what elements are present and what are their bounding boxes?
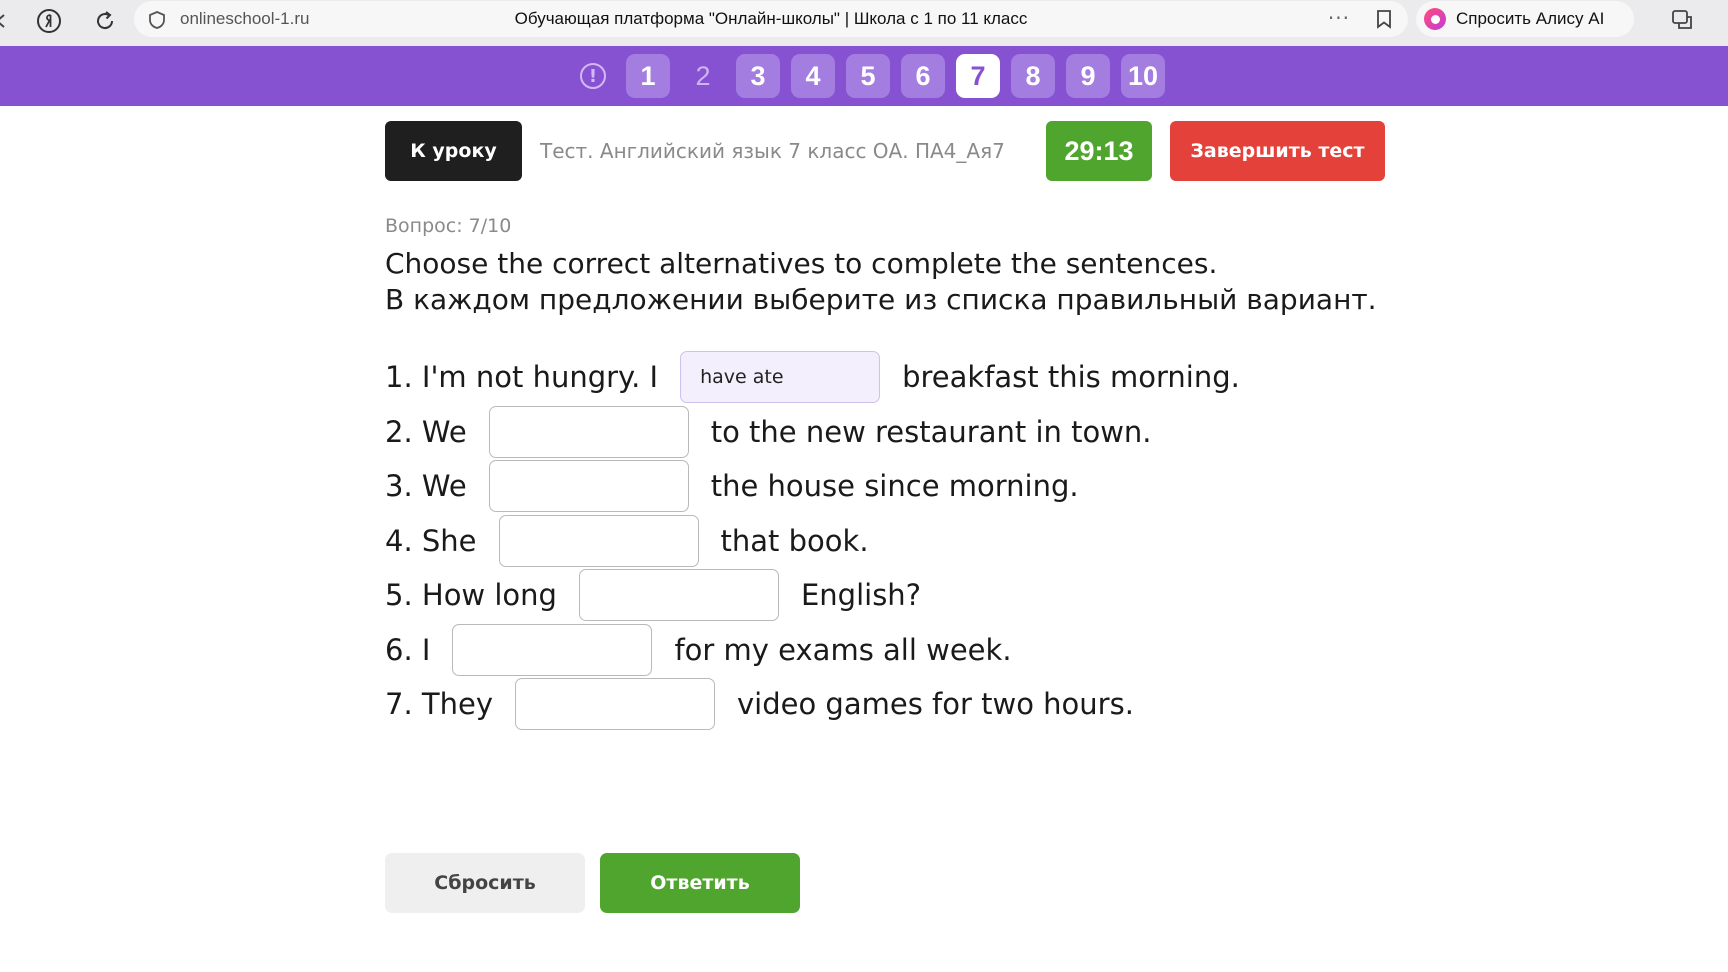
- question-nav-5[interactable]: 5: [846, 54, 890, 98]
- sentence-1-end: breakfast this morning.: [902, 360, 1240, 394]
- question-nav-10[interactable]: 10: [1121, 54, 1165, 98]
- back-to-lesson-button[interactable]: К уроку: [385, 121, 522, 181]
- sentence-3-dropdown[interactable]: [488, 460, 689, 512]
- reload-icon[interactable]: [90, 6, 120, 36]
- sentence-4: 4. She that book.: [385, 515, 869, 567]
- sentence-6-start: 6. I: [385, 633, 431, 667]
- extension-icon[interactable]: [1670, 7, 1696, 37]
- question-nav-3[interactable]: 3: [736, 54, 780, 98]
- sentence-2: 2. We to the new restaurant in town.: [385, 406, 1152, 458]
- question-nav-6[interactable]: 6: [901, 54, 945, 98]
- answer-button[interactable]: Ответить: [600, 853, 800, 913]
- reset-button[interactable]: Сбросить: [385, 853, 585, 913]
- sentence-4-dropdown[interactable]: [498, 515, 699, 567]
- timer: 29:13: [1046, 121, 1152, 181]
- sentence-6: 6. I for my exams all week.: [385, 624, 1012, 676]
- bookmark-icon[interactable]: [1376, 9, 1392, 33]
- ask-alice-label: Спросить Алису AI: [1456, 9, 1605, 28]
- sentence-6-end: for my exams all week.: [674, 633, 1012, 667]
- test-title: Тест. Английский язык 7 класс ОА. ПА4_Ая…: [540, 139, 1005, 163]
- sentence-5-start: 5. How long: [385, 578, 557, 612]
- yandex-logo-icon[interactable]: [34, 6, 64, 36]
- sentence-1-start: 1. I'm not hungry. I: [385, 360, 659, 394]
- back-arrow-icon[interactable]: [0, 6, 16, 36]
- sentence-3-start: 3. We: [385, 469, 467, 503]
- instruction-english: Choose the correct alternatives to compl…: [385, 247, 1218, 280]
- question-navigation: ! 1 2 3 4 5 6 7 8 9 10: [0, 46, 1728, 106]
- finish-test-button[interactable]: Завершить тест: [1170, 121, 1385, 181]
- sentence-5: 5. How long English?: [385, 569, 921, 621]
- sentence-7-end: video games for two hours.: [737, 687, 1134, 721]
- sentence-7-start: 7. They: [385, 687, 493, 721]
- sentence-7: 7. They video games for two hours.: [385, 678, 1134, 730]
- browser-toolbar: onlineschool-1.ru Обучающая платформа "О…: [0, 0, 1728, 46]
- sentence-6-dropdown[interactable]: [452, 624, 653, 676]
- question-instruction: Choose the correct alternatives to compl…: [385, 246, 1377, 318]
- sentence-2-start: 2. We: [385, 415, 467, 449]
- sentence-2-dropdown[interactable]: [488, 406, 689, 458]
- info-icon[interactable]: !: [571, 54, 615, 98]
- question-nav-9[interactable]: 9: [1066, 54, 1110, 98]
- browser-page-title: Обучающая платформа "Онлайн-школы" | Шко…: [514, 9, 1028, 28]
- sentence-2-end: to the new restaurant in town.: [710, 415, 1152, 449]
- question-nav-8[interactable]: 8: [1011, 54, 1055, 98]
- sentence-4-end: that book.: [720, 524, 869, 558]
- sentence-1-dropdown[interactable]: have ate: [680, 351, 881, 403]
- question-nav-7[interactable]: 7: [956, 54, 1000, 98]
- instruction-russian: В каждом предложении выберите из списка …: [385, 283, 1377, 316]
- sentence-7-dropdown[interactable]: [515, 678, 715, 730]
- question-nav-1[interactable]: 1: [626, 54, 670, 98]
- ask-alice-button[interactable]: Спросить Алису AI: [1416, 1, 1634, 37]
- question-counter: Вопрос: 7/10: [385, 215, 512, 237]
- question-nav-2[interactable]: 2: [681, 54, 725, 98]
- sentence-5-dropdown[interactable]: [578, 569, 779, 621]
- more-options-icon[interactable]: ···: [1328, 6, 1350, 30]
- alice-icon: [1424, 8, 1446, 30]
- address-bar[interactable]: onlineschool-1.ru Обучающая платформа "О…: [134, 1, 1408, 37]
- sentence-4-start: 4. She: [385, 524, 477, 558]
- sentence-3-end: the house since morning.: [710, 469, 1079, 503]
- sentence-1: 1. I'm not hungry. I have ate breakfast …: [385, 351, 1240, 403]
- question-nav-4[interactable]: 4: [791, 54, 835, 98]
- sentence-3: 3. We the house since morning.: [385, 460, 1079, 512]
- sentence-5-end: English?: [800, 578, 922, 612]
